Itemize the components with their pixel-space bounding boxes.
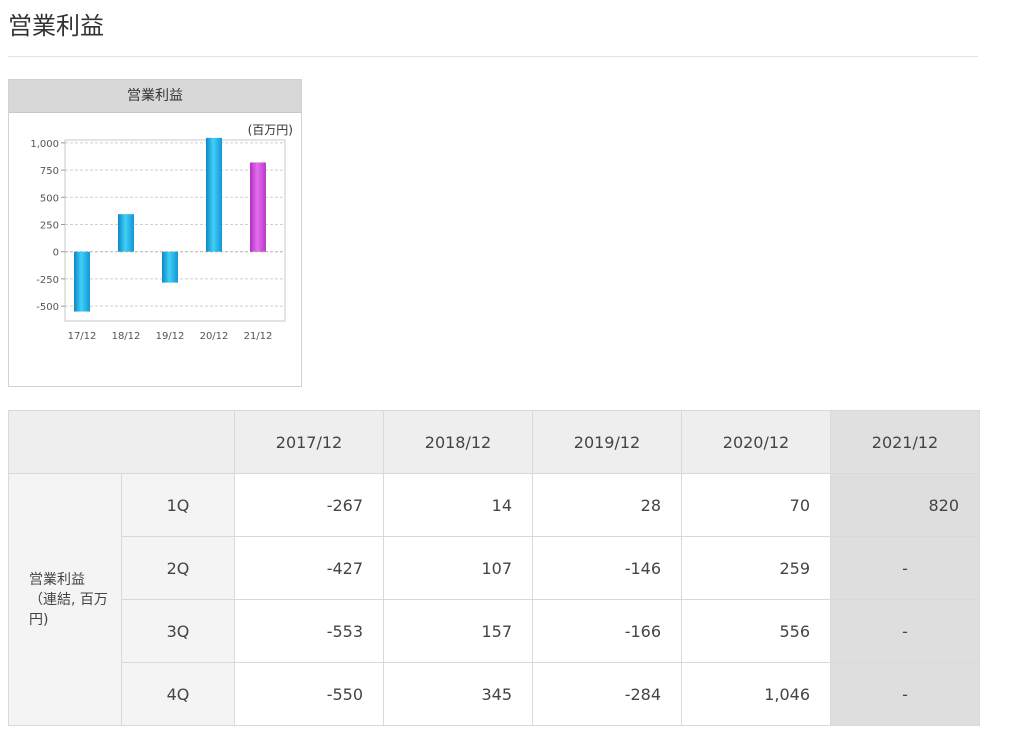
title-divider [8, 56, 978, 57]
table-cell: - [830, 536, 980, 600]
table-header-year: 2021/12 [830, 410, 980, 474]
table-cell: 820 [830, 473, 980, 537]
page-title: 営業利益 [8, 12, 104, 40]
bar-19-12 [162, 251, 178, 283]
bar-20-12 [206, 137, 222, 252]
table-row: 2Q -427 107 -146 259 - [9, 536, 980, 600]
table-header-year: 2017/12 [234, 410, 384, 474]
chart-unit-label: (百万円) [248, 123, 293, 137]
table-cell: 14 [383, 473, 533, 537]
row-label-line: 営業利益 [29, 571, 85, 588]
row-label-line: 円) [29, 611, 49, 628]
chart-panel: 営業利益 (百万円) 1,000 750 500 250 0 -250 -500 17/12… [8, 79, 302, 387]
table-header-year: 2020/12 [681, 410, 831, 474]
table-cell: -146 [532, 536, 682, 600]
x-tick-label: 19/12 [156, 331, 185, 342]
table-cell: 70 [681, 473, 831, 537]
table-header-blank [8, 410, 235, 474]
x-tick-label: 17/12 [68, 331, 97, 342]
table-cell: - [830, 662, 980, 726]
table-row: 営業利益 （連結, 百万 円) 1Q -267 14 28 70 820 [8, 473, 980, 726]
table-header-year: 2018/12 [383, 410, 533, 474]
bar-18-12 [118, 214, 134, 252]
table-header-year: 2019/12 [532, 410, 682, 474]
bar-21-12 [250, 162, 266, 252]
table-cell: -550 [234, 662, 384, 726]
x-tick-label: 20/12 [200, 331, 229, 342]
table-cell: 556 [681, 599, 831, 663]
y-tick-label: 750 [40, 166, 59, 177]
y-tick-label: 500 [40, 193, 59, 204]
bar-17-12 [74, 251, 90, 312]
y-tick-label: 1,000 [30, 139, 59, 150]
table-cell: 28 [532, 473, 682, 537]
operating-profit-chart: (百万円) 1,000 750 500 250 0 -250 -500 17/12 18/12… [30, 123, 293, 342]
quarter-label: 2Q [121, 536, 235, 600]
table-cell: -553 [234, 599, 384, 663]
row-label-line: （連結, 百万 [29, 591, 108, 608]
x-tick-label: 18/12 [112, 331, 141, 342]
table-row: 3Q -553 157 -166 556 - [9, 599, 980, 663]
table-cell: -166 [532, 599, 682, 663]
table-cell: - [830, 599, 980, 663]
table-cell: -427 [234, 536, 384, 600]
table-cell: -267 [234, 473, 384, 537]
x-tick-label: 21/12 [244, 331, 273, 342]
table-cell: 107 [383, 536, 533, 600]
table-cell: 1,046 [681, 662, 831, 726]
y-tick-label: -500 [36, 302, 59, 313]
table-cell: -284 [532, 662, 682, 726]
y-tick-label: 250 [40, 221, 59, 232]
quarter-label: 3Q [121, 599, 235, 663]
quarter-label: 1Q [121, 473, 235, 537]
operating-profit-table: 2017/12 2018/12 2019/12 2020/12 2021/12 … [8, 410, 980, 726]
table-cell: 259 [681, 536, 831, 600]
quarter-label: 4Q [121, 662, 235, 726]
table-cell: 157 [383, 599, 533, 663]
y-tick-label: 0 [53, 248, 59, 259]
table-row: 4Q -550 345 -284 1,046 - [9, 662, 980, 726]
table-header-row: 2017/12 2018/12 2019/12 2020/12 2021/12 [8, 410, 980, 474]
y-tick-label: -250 [36, 275, 59, 286]
chart-title: 営業利益 [9, 80, 301, 113]
table-cell: 345 [383, 662, 533, 726]
row-group-label: 営業利益 （連結, 百万 円) [8, 473, 122, 726]
